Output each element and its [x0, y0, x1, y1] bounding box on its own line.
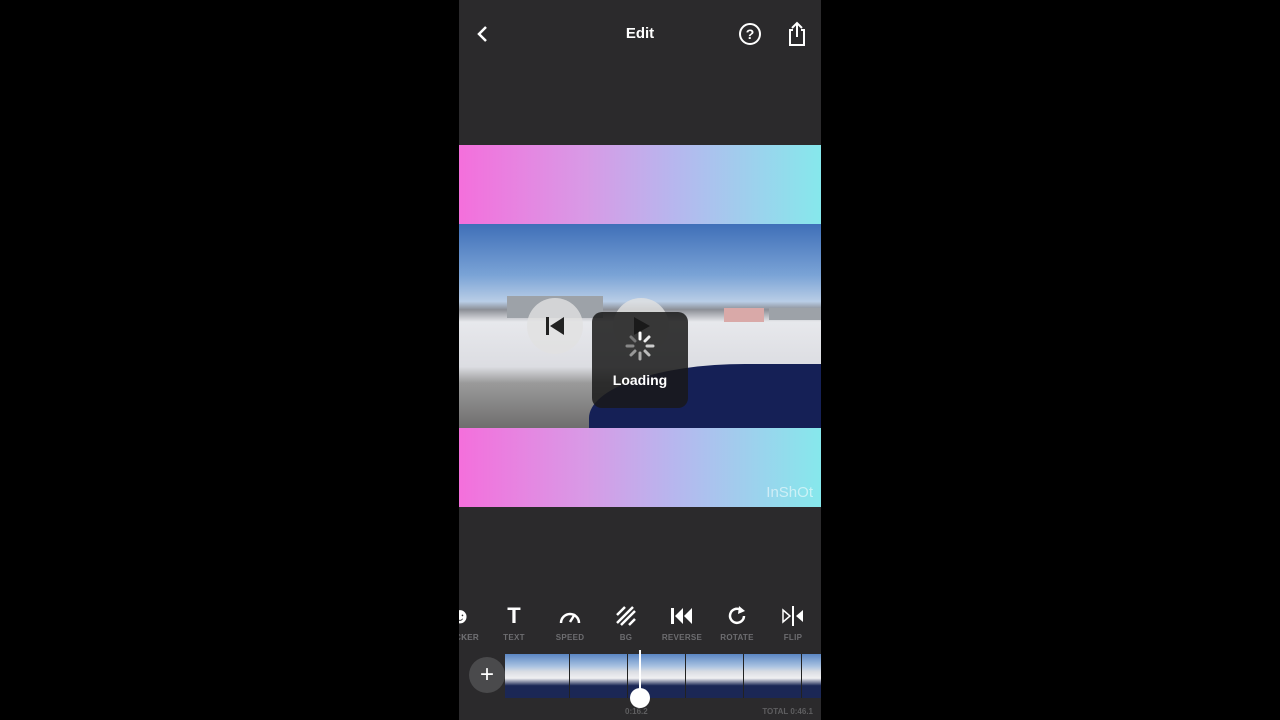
current-time: 0:16.2	[625, 707, 648, 716]
text-icon: T	[507, 603, 521, 628]
tool-reverse[interactable]: REVERSE	[654, 603, 710, 642]
share-button[interactable]	[783, 20, 811, 48]
help-button[interactable]: ?	[736, 20, 764, 48]
flip-icon	[765, 603, 821, 629]
timeline-strip[interactable]	[505, 654, 821, 698]
top-bar: Edit ?	[459, 0, 821, 68]
building	[769, 308, 821, 320]
background-hatch-icon	[598, 603, 654, 629]
building	[724, 308, 764, 322]
sticker-icon: ☻	[459, 603, 472, 628]
tool-bg[interactable]: BG	[598, 603, 654, 642]
question-circle-icon: ?	[739, 23, 761, 45]
loading-overlay: Loading	[592, 312, 688, 408]
tool-speed[interactable]: SPEED	[542, 603, 598, 642]
spinner-icon	[625, 331, 655, 361]
timeline-thumbnail	[686, 654, 744, 698]
watermark[interactable]: InShOt	[766, 484, 813, 501]
total-duration: TOTAL 0:46.1	[762, 707, 813, 716]
timeline-thumbnail	[570, 654, 628, 698]
playhead-handle[interactable]	[630, 688, 650, 708]
sticker-label-visible: KER	[461, 633, 479, 642]
editor-screen: Edit ? InShOt Loading ☻ STICKER KER TTEX…	[459, 0, 821, 720]
rotate-icon	[709, 603, 765, 629]
timeline-thumbnail	[802, 654, 821, 698]
reverse-icon	[654, 603, 710, 629]
sticker-label-wrap: STICKER KER	[459, 633, 488, 643]
add-clip-button[interactable]: +	[469, 657, 505, 693]
tool-rotate[interactable]: ROTATE	[709, 603, 765, 642]
tool-sticker[interactable]: ☻ STICKER KER	[459, 603, 488, 643]
tool-flip[interactable]: FLIP	[765, 603, 821, 642]
tool-bar: ☻ STICKER KER TTEXT SPEED BG REVERSE ROT…	[459, 603, 821, 647]
timeline-thumbnail	[505, 654, 570, 698]
page-title: Edit	[625, 25, 655, 42]
share-icon	[789, 21, 805, 46]
speedometer-icon	[542, 603, 598, 629]
tool-text[interactable]: T TEXT	[486, 603, 542, 642]
timeline-thumbnail	[744, 654, 802, 698]
loading-label: Loading	[612, 372, 668, 388]
skip-back-icon	[546, 317, 564, 335]
background-gradient-top	[459, 145, 821, 224]
skip-back-button[interactable]	[527, 298, 583, 354]
svg-text:?: ?	[746, 26, 755, 42]
